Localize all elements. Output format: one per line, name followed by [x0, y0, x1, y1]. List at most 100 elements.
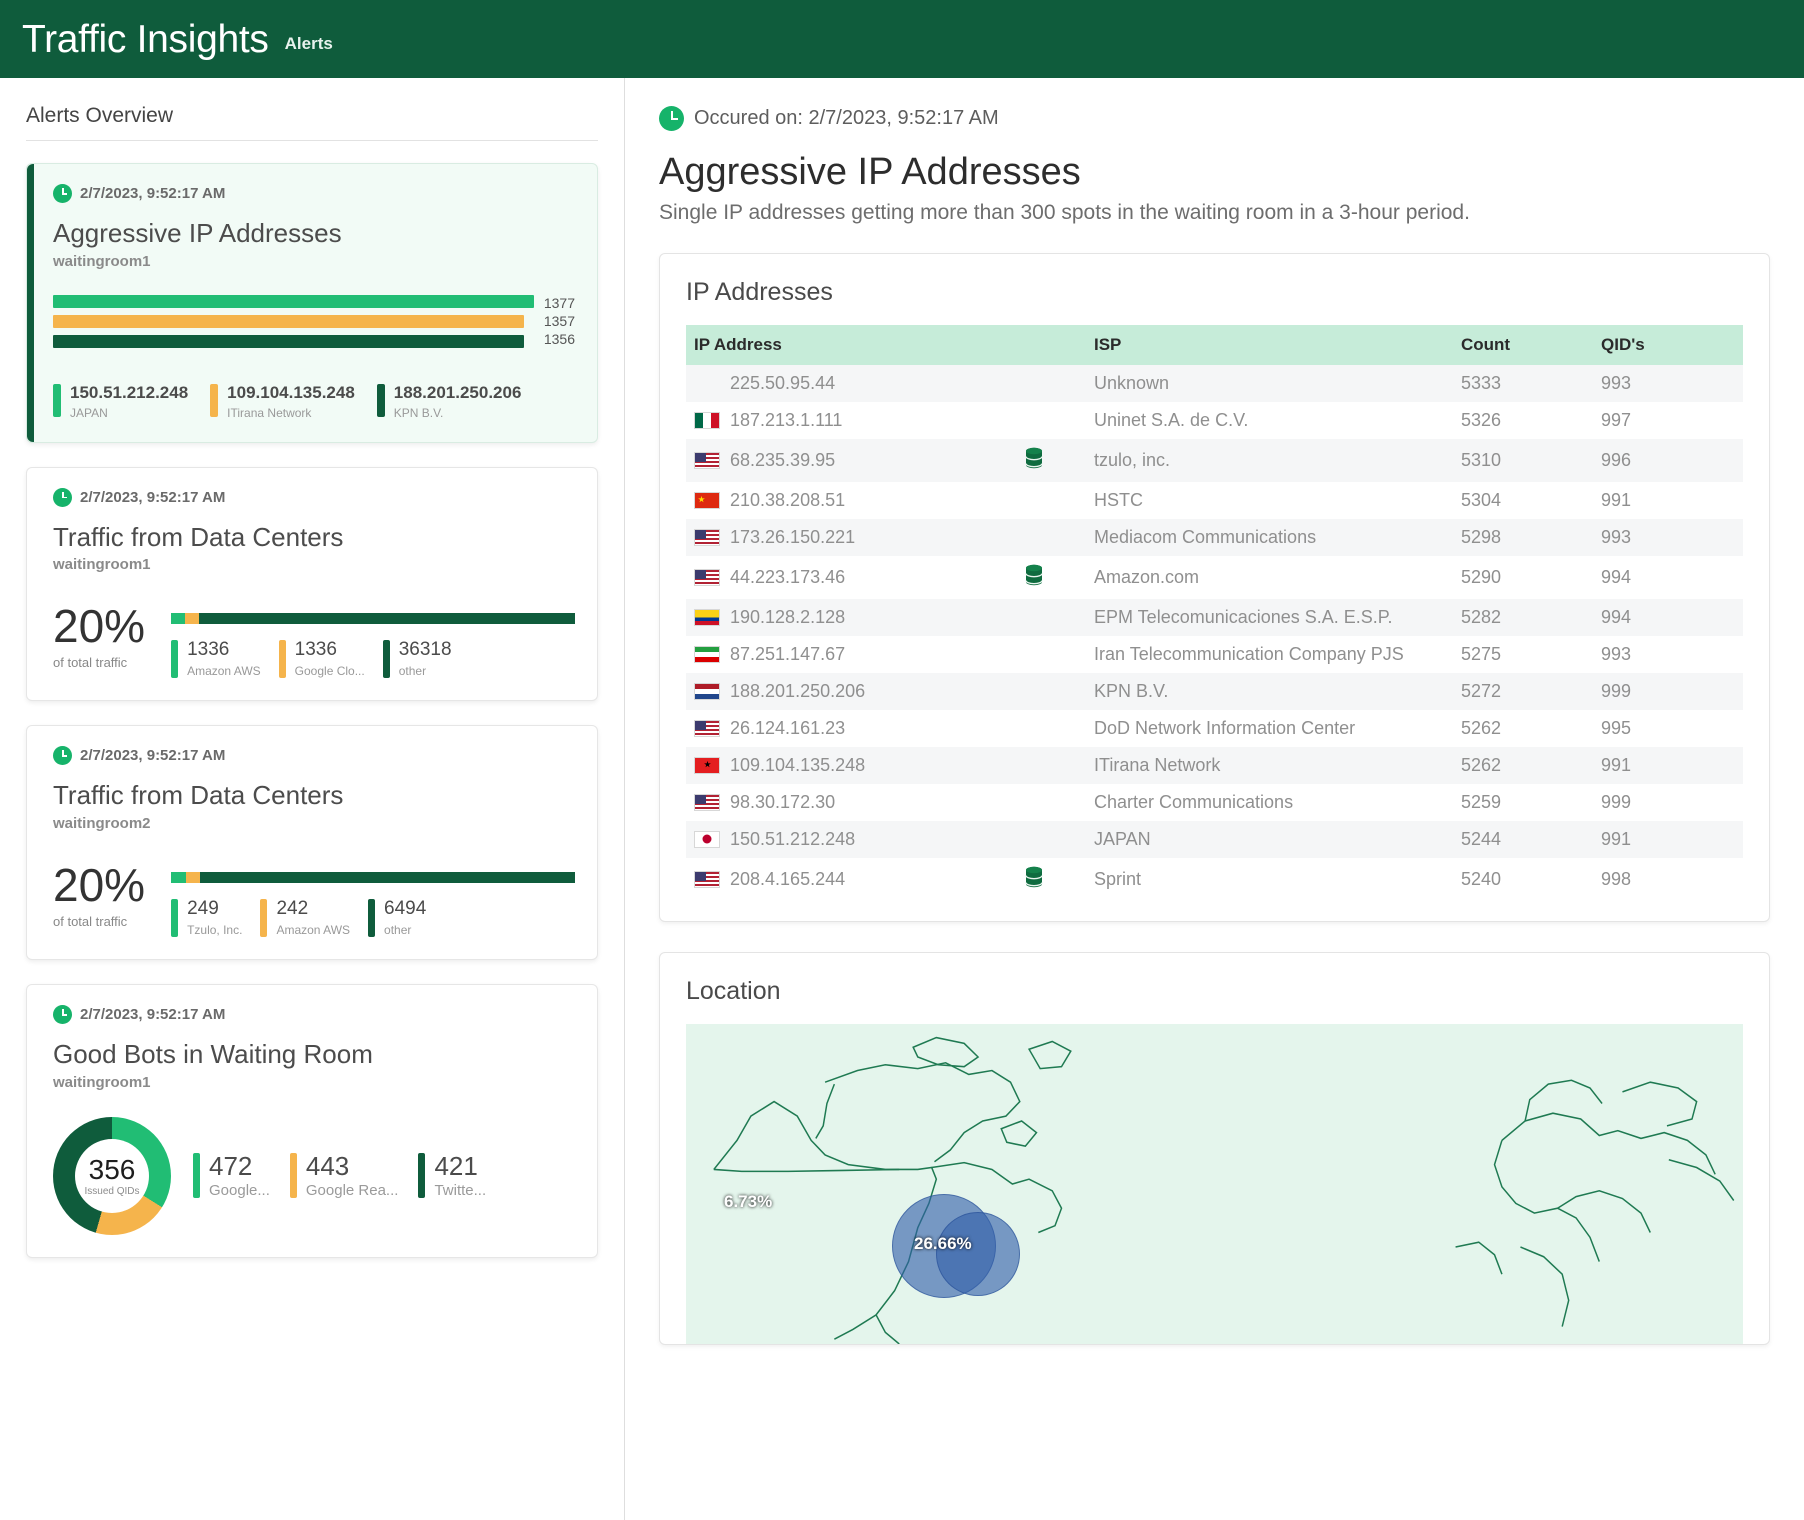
ip-address-text: 44.223.173.46 [730, 566, 846, 587]
bar-chart-bars [53, 294, 534, 354]
map-svg [686, 1023, 1743, 1344]
table-row[interactable]: 208.4.165.244 Sprint 5240 998 [686, 858, 1743, 901]
table-row[interactable]: 109.104.135.248 ITirana Network 5262 991 [686, 746, 1743, 784]
table-row[interactable]: 98.30.172.30 Charter Communications 5259 99… [686, 784, 1743, 821]
bar-row [53, 314, 534, 329]
bar-segment [199, 872, 575, 884]
table-row[interactable]: 173.26.150.221 Mediacom Communications 529… [686, 518, 1743, 556]
cell-isp: Charter Communications [1094, 791, 1294, 812]
legend-value: 1336 [187, 639, 230, 661]
legend-value: 472 [209, 1151, 253, 1182]
legend-value: 443 [305, 1151, 350, 1182]
legend-item: 472 Google... [193, 1151, 270, 1199]
cell-count: 5326 [1461, 409, 1502, 430]
bar-segment [185, 872, 200, 884]
cell-qid: 991 [1593, 820, 1743, 858]
world-map[interactable]: 6.73% 26.66% [686, 1023, 1743, 1344]
bar-legend: 150.51.212.248 JAPAN 109.104.135.248 ITiran… [53, 382, 575, 420]
ip-address-text: 98.30.172.30 [730, 791, 836, 812]
donut-caption: Issued QIDs [84, 1185, 140, 1197]
ip-cell-content: 190.128.2.128 [694, 607, 1008, 628]
app-header: Traffic Insights Alerts [0, 0, 1804, 78]
ip-address-text: 187.213.1.111 [730, 409, 843, 430]
legend-value: 421 [434, 1151, 478, 1182]
cell-count: 5240 [1461, 868, 1502, 889]
cell-qid: 991 [1593, 746, 1743, 784]
cell-datacenter-flag [1016, 820, 1086, 858]
alert-card[interactable]: 2/7/2023, 9:52:17 AM Aggressive IP Addres… [26, 163, 598, 443]
legend-label: Google Rea... [305, 1182, 399, 1200]
legend-swatch [289, 1153, 297, 1199]
table-row[interactable]: 150.51.212.248 JAPAN 5244 991 [686, 820, 1743, 858]
bar-chart-values: 1377 1357 1356 [544, 294, 575, 348]
legend-swatch [278, 640, 286, 679]
table-row[interactable]: 210.38.208.51 HSTC 5304 991 [686, 482, 1743, 519]
percent-right: 249 Tzulo, Inc. 242 Amazon AWS 6494 other [171, 862, 575, 938]
cell-datacenter-flag [1016, 402, 1086, 439]
alert-detail-panel: Occured on: 2/7/2023, 9:52:17 AM Aggress… [625, 78, 1804, 1520]
bar-row [53, 294, 534, 309]
ip-address-text: 68.235.39.95 [730, 449, 836, 470]
column-header-ip-address[interactable]: IP Address [686, 324, 1016, 365]
table-row[interactable]: 225.50.95.44 Unknown 5333 993 [686, 364, 1743, 402]
card-subtitle: waitingroom2 [53, 815, 151, 833]
cell-count: 5275 [1461, 643, 1502, 664]
legend-swatch [53, 383, 61, 417]
legend-label: JAPAN [70, 405, 108, 420]
legend-swatch [171, 899, 179, 938]
ip-addresses-panel: IP Addresses IP Address ISP Count QID's … [659, 252, 1770, 922]
legend-value: 150.51.212.248 [70, 382, 189, 402]
alerts-sidebar: Alerts Overview 2/7/2023, 9:52:17 AM Aggr… [0, 78, 625, 1520]
table-row[interactable]: 190.128.2.128 EPM Telecomunicaciones S.A.… [686, 598, 1743, 636]
legend-label: Amazon AWS [276, 923, 351, 938]
alert-card[interactable]: 2/7/2023, 9:52:17 AM Traffic from Data Ce… [26, 725, 598, 961]
legend-text: 472 Google... [209, 1151, 270, 1199]
column-header-isp[interactable]: ISP [1086, 324, 1453, 365]
legend-value: 1336 [294, 639, 337, 661]
table-row[interactable]: 26.124.161.23 DoD Network Information Cen… [686, 710, 1743, 747]
percent-value: 20% [53, 859, 146, 912]
cell-datacenter-flag [1016, 672, 1086, 710]
column-header-qids[interactable]: QID's [1593, 324, 1743, 365]
ip-address-text: 150.51.212.248 [730, 828, 856, 849]
flag-icon-us [694, 870, 720, 888]
flag-icon-us [694, 528, 720, 546]
cell-qid: 996 [1593, 438, 1743, 482]
donut-value: 356 [88, 1153, 136, 1185]
cell-ip-address: 208.4.165.244 [686, 858, 1016, 901]
clock-icon [53, 746, 72, 766]
column-header-datacenter[interactable] [1016, 324, 1086, 365]
nav-link-alerts[interactable]: Alerts [285, 24, 333, 54]
legend-text: 242 Amazon AWS [276, 898, 351, 938]
cell-ip-address: 44.223.173.46 [686, 556, 1016, 599]
alert-card[interactable]: 2/7/2023, 9:52:17 AM Traffic from Data Ce… [26, 466, 598, 702]
legend-item: 249 Tzulo, Inc. [171, 898, 242, 938]
table-row[interactable]: 68.235.39.95 tzulo, inc. 5310 996 [686, 438, 1743, 482]
ip-cell-content: 187.213.1.111 [694, 410, 1008, 431]
table-row[interactable]: 187.213.1.111 Uninet S.A. de C.V. 5326 997 [686, 402, 1743, 439]
cell-datacenter-flag [1016, 482, 1086, 519]
ip-address-text: 173.26.150.221 [730, 526, 856, 547]
flag-icon-us [694, 568, 720, 586]
table-row[interactable]: 87.251.147.67 Iran Telecommunication Comp… [686, 636, 1743, 673]
legend-text: 150.51.212.248 JAPAN [70, 382, 189, 420]
legend-text: 188.201.250.206 KPN B.V. [394, 383, 522, 419]
legend-item: 443 Google Rea... [289, 1151, 399, 1200]
cell-isp: HSTC [1094, 489, 1143, 510]
ip-cell-content: 44.223.173.46 [694, 567, 1008, 588]
cell-datacenter-flag [1016, 636, 1086, 673]
table-row[interactable]: 44.223.173.46 Amazon.com 5290 994 [686, 556, 1743, 599]
ip-address-text: 188.201.250.206 [730, 680, 866, 701]
cell-datacenter-flag [1016, 364, 1086, 402]
column-header-count[interactable]: Count [1453, 324, 1593, 365]
ip-address-text: 87.251.147.67 [730, 643, 846, 664]
map-percent-label: 6.73% [724, 1191, 773, 1211]
legend-value: 249 [187, 898, 219, 920]
alert-card[interactable]: 2/7/2023, 9:52:17 AM Good Bots in Waiting… [26, 984, 598, 1259]
legend-text: 6494 other [384, 898, 426, 937]
table-row[interactable]: 188.201.250.206 KPN B.V. 5272 999 [686, 672, 1743, 710]
percent-caption: of total traffic [53, 655, 128, 671]
bar-value: 1356 [543, 330, 575, 347]
cell-isp: DoD Network Information Center [1094, 717, 1356, 738]
bar-fill [53, 334, 525, 348]
